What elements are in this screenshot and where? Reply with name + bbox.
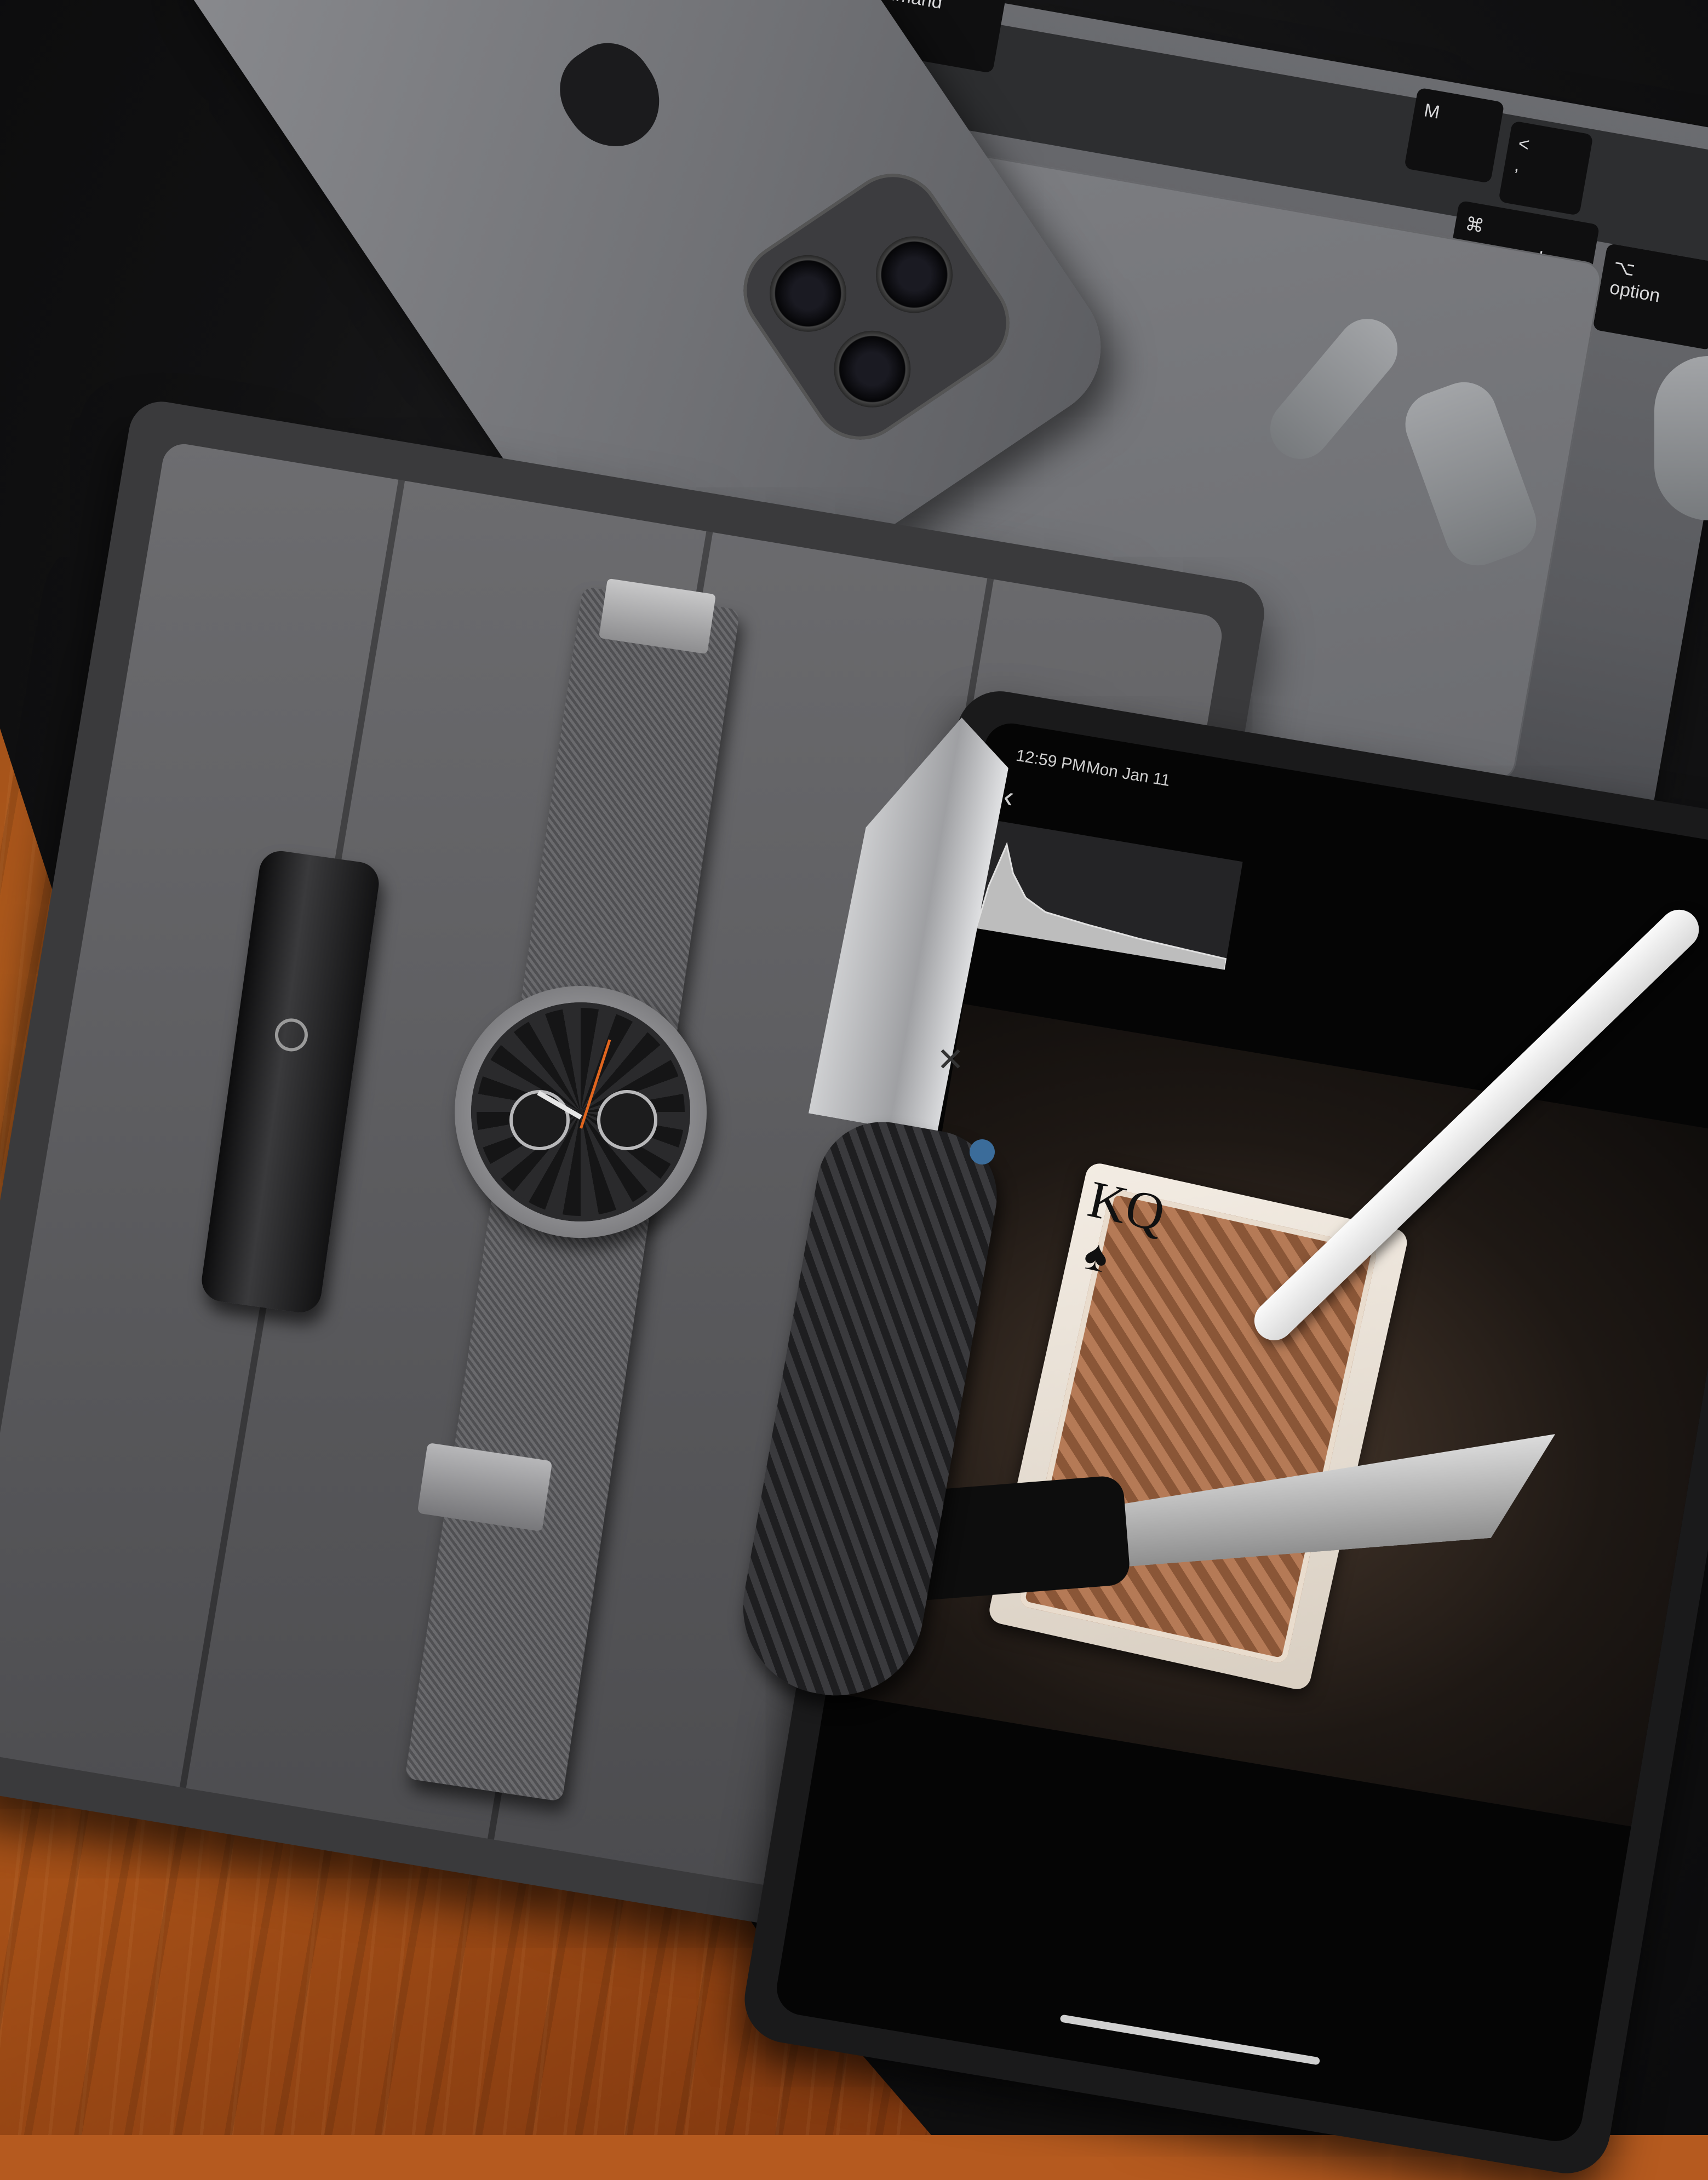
histogram-panel [975, 820, 1243, 970]
key-option[interactable]: ⌥ option [1592, 243, 1708, 351]
status-time: 12:59 PM [1015, 746, 1087, 776]
home-indicator[interactable] [1059, 2014, 1321, 2066]
status-date: Mon Jan 11 [1085, 758, 1172, 790]
camera-lens-icon [861, 221, 968, 328]
watch-subdial [509, 1090, 570, 1150]
camera-lens-icon [819, 315, 926, 422]
knife-pivot-screw [970, 1139, 995, 1164]
watch-subdial [597, 1090, 657, 1150]
key-comma[interactable]: < , [1498, 121, 1594, 216]
edited-photo: KQ ♠ [838, 1003, 1708, 1831]
camera-lens-icon [754, 240, 862, 347]
watch-case [455, 986, 707, 1238]
butterfly-logo-icon: ✕ [937, 1041, 965, 1078]
key-m[interactable]: M [1404, 87, 1505, 183]
flashlight-brand-icon [273, 1016, 310, 1054]
key-label: M [1422, 100, 1442, 123]
histogram-graph [975, 842, 1228, 970]
watch-dial [471, 1002, 690, 1221]
